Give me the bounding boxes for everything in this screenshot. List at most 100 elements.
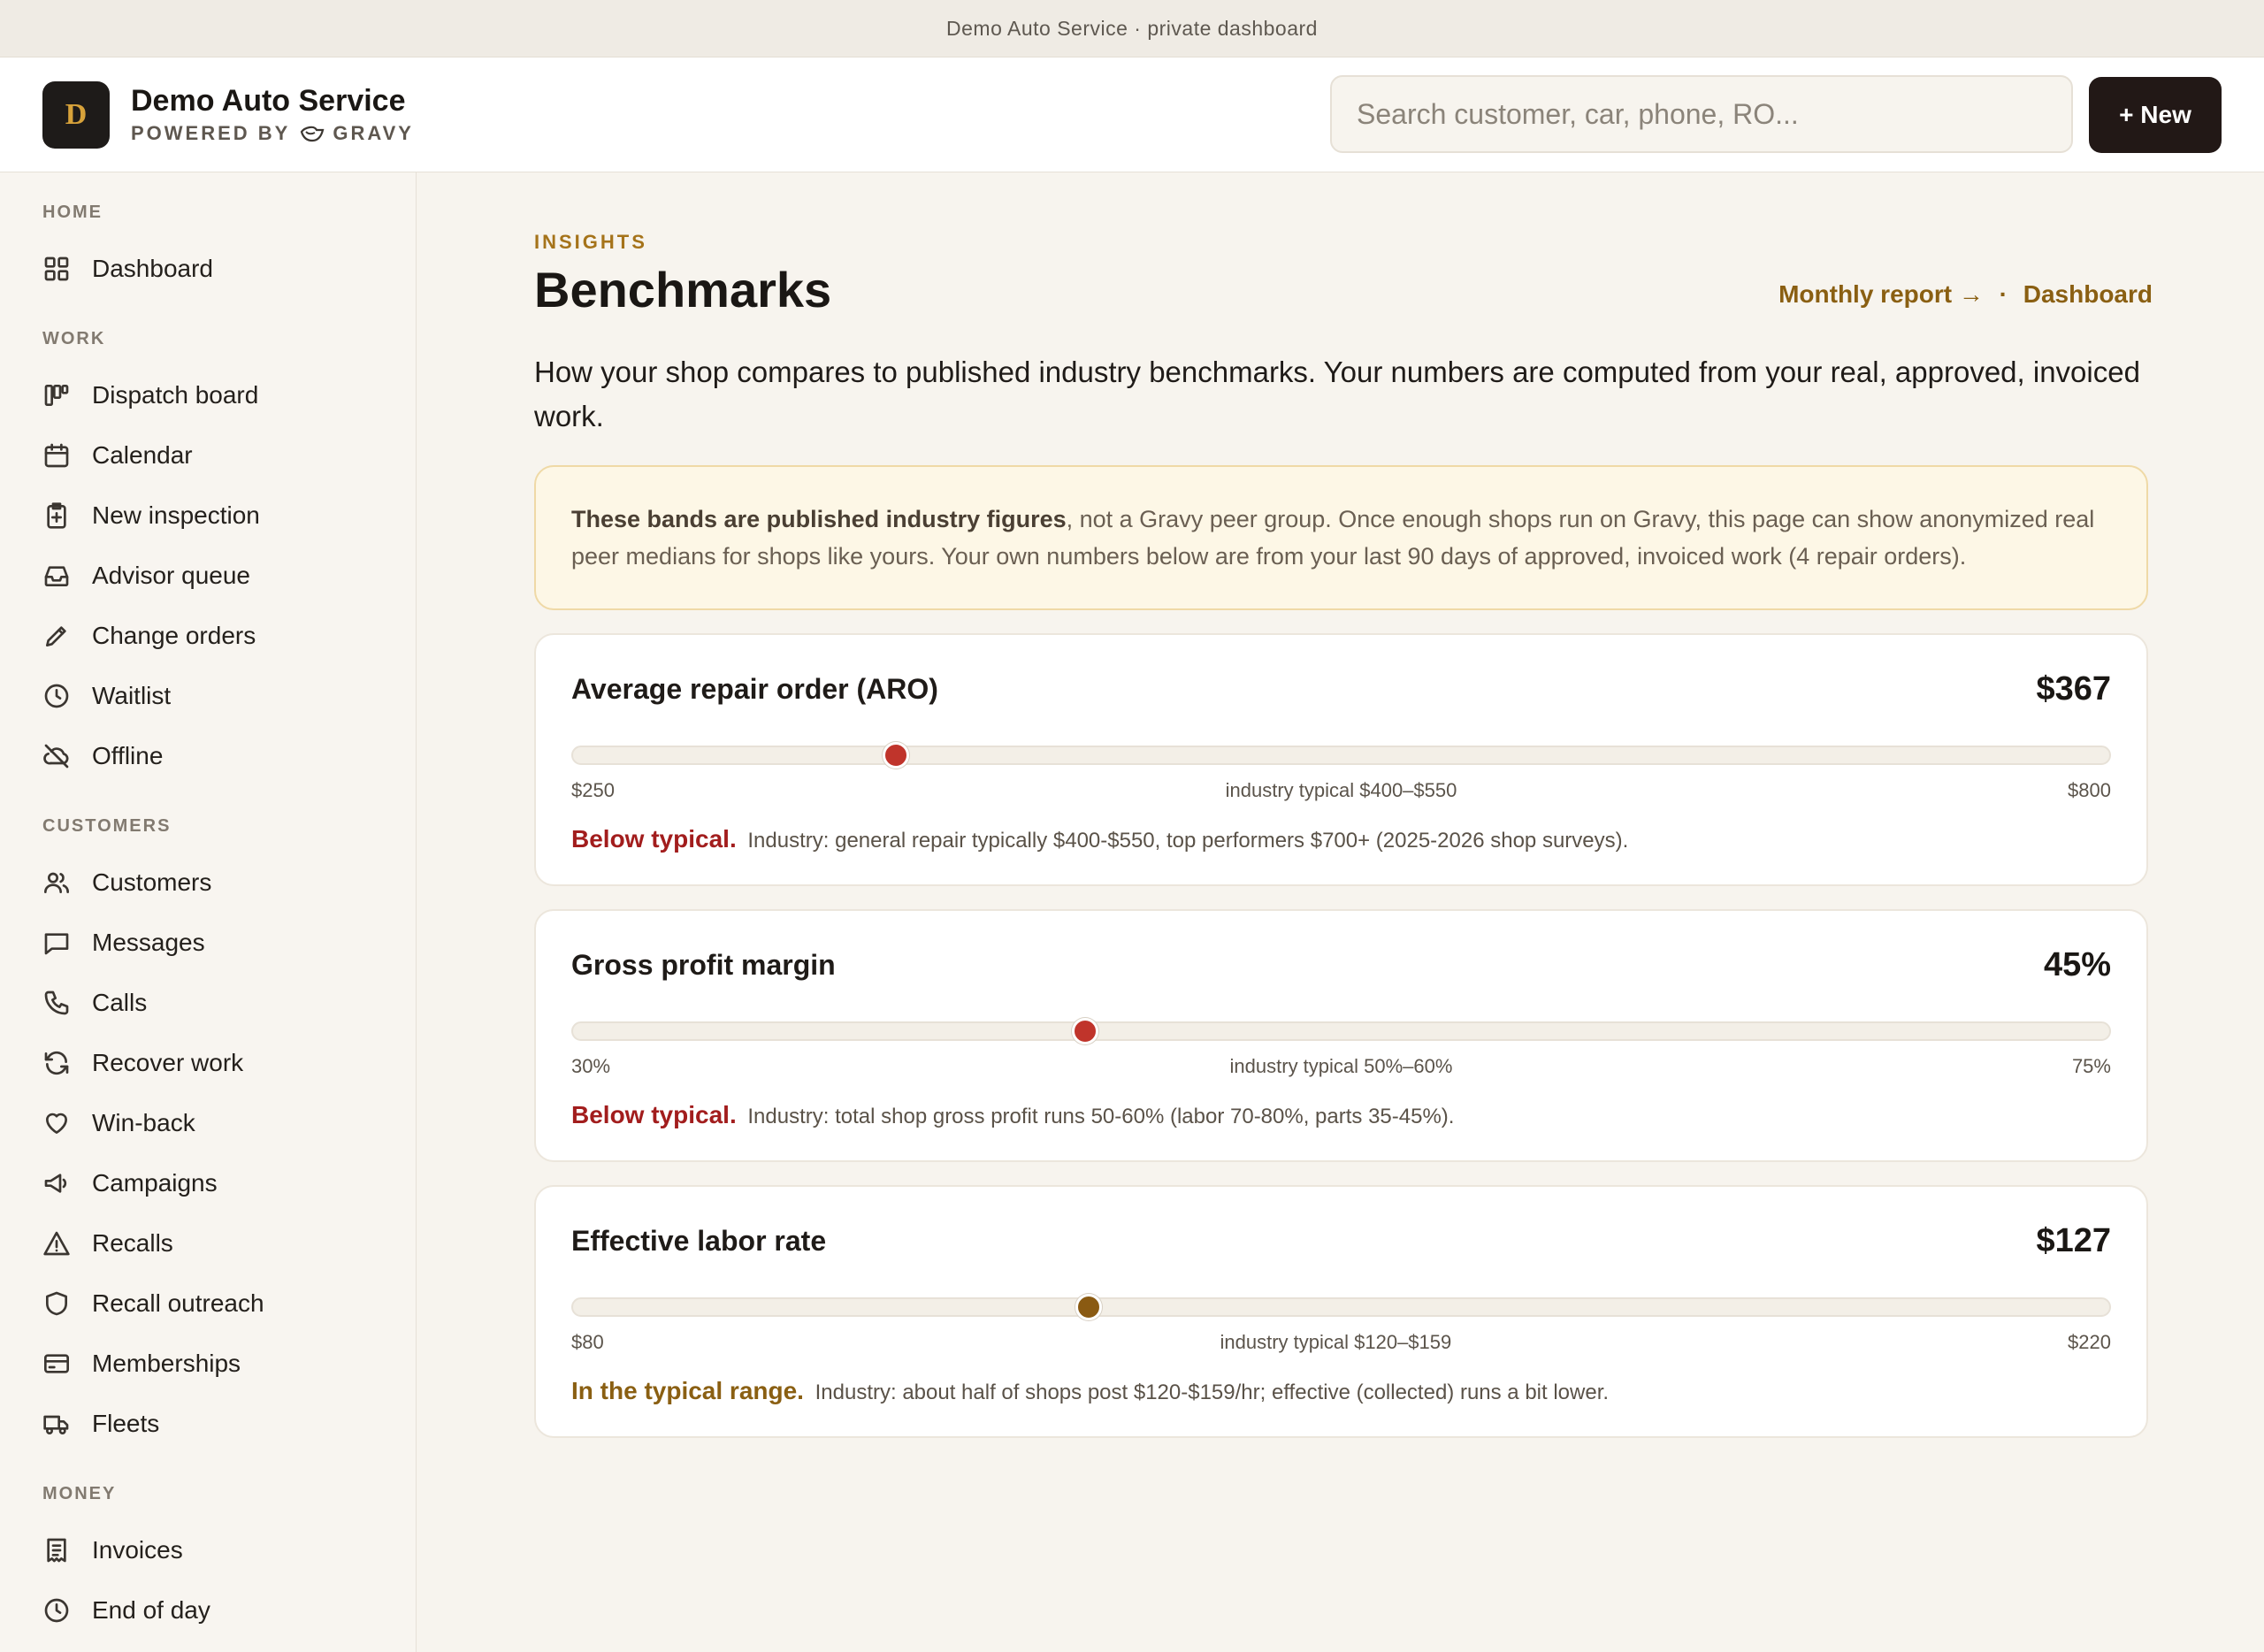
verdict-detail: Industry: general repair typically $400-… — [747, 829, 1629, 853]
warning-icon — [42, 1229, 71, 1258]
scale-max: $800 — [2068, 779, 2111, 801]
top-banner-text: Demo Auto Service · private dashboard — [946, 16, 1318, 40]
powered-by: POWERED BY GRAVY — [131, 122, 414, 145]
message-icon — [42, 929, 71, 957]
sidebar-item-label: Campaigns — [92, 1169, 218, 1197]
sidebar-item-label: Memberships — [92, 1350, 241, 1377]
benchmark-verdict: Below typical. Industry: general repair … — [571, 825, 2111, 853]
monthly-report-link[interactable]: Monthly report → — [1778, 280, 1984, 308]
benchmark-scale: 30% industry typical 50%–60% 75% — [571, 1055, 2111, 1078]
heart-icon — [42, 1109, 71, 1137]
card-value: 45% — [2043, 946, 2111, 983]
benchmark-marker — [1075, 1294, 1103, 1320]
card-title: Effective labor rate — [571, 1225, 827, 1257]
refresh-icon — [42, 1049, 71, 1077]
section-title-money: MONEY — [42, 1484, 117, 1503]
sidebar-item-offline[interactable]: Offline — [0, 726, 416, 786]
sidebar-item-fleets[interactable]: Fleets — [0, 1394, 416, 1454]
notice-box: These bands are published industry figur… — [534, 465, 2148, 610]
grid-icon — [42, 255, 71, 283]
sidebar-item-label: Messages — [92, 929, 205, 956]
sidebar-item-label: Win-back — [92, 1109, 195, 1136]
link-separator: · — [1999, 280, 2008, 308]
phone-icon — [42, 989, 71, 1017]
powered-by-brand: GRAVY — [333, 122, 414, 144]
sidebar-item-messages[interactable]: Messages — [0, 913, 416, 973]
benchmark-marker — [882, 742, 909, 769]
verdict-status: Below typical. — [571, 825, 737, 853]
clock-icon — [42, 1596, 71, 1625]
notice-bold: These bands are published industry figur… — [571, 506, 1067, 532]
logo[interactable]: D — [42, 80, 110, 149]
scale-max: $220 — [2068, 1331, 2111, 1353]
receipt-icon — [42, 1536, 71, 1564]
sidebar-item-label: Recall outreach — [92, 1289, 264, 1317]
benchmark-verdict: Below typical. Industry: total shop gros… — [571, 1101, 2111, 1129]
truck-icon — [42, 1410, 71, 1438]
sidebar-item-label: Change orders — [92, 622, 256, 649]
sidebar-item-customers[interactable]: Customers — [0, 853, 416, 913]
section-title-customers: CUSTOMERS — [42, 816, 172, 836]
search-input[interactable] — [1330, 75, 2073, 153]
sidebar-item-new-inspection[interactable]: New inspection — [0, 486, 416, 546]
sidebar-item-waitlist[interactable]: Waitlist — [0, 666, 416, 726]
verdict-detail: Industry: total shop gross profit runs 5… — [747, 1105, 1455, 1128]
sidebar-item-recall-outreach[interactable]: Recall outreach — [0, 1273, 416, 1334]
users-icon — [42, 868, 71, 897]
benchmark-scale: $80 industry typical $120–$159 $220 — [571, 1331, 2111, 1354]
card-value: $127 — [2036, 1222, 2111, 1259]
sidebar-item-win-back[interactable]: Win-back — [0, 1093, 416, 1153]
pencil-icon — [42, 622, 71, 650]
sidebar-item-label: Waitlist — [92, 682, 172, 709]
cloud-off-icon — [42, 742, 71, 770]
sidebar-item-label: Calls — [92, 989, 148, 1016]
inbox-icon — [42, 562, 71, 590]
scale-min: 30% — [571, 1055, 611, 1077]
benchmark-card-labor-rate: Effective labor rate $127 $80 industry t… — [534, 1185, 2148, 1438]
sidebar-item-campaigns[interactable]: Campaigns — [0, 1153, 416, 1213]
verdict-status: Below typical. — [571, 1101, 737, 1128]
sidebar-item-dashboard[interactable]: Dashboard — [0, 239, 416, 299]
gravy-boat-icon — [301, 126, 325, 142]
sidebar-item-memberships[interactable]: Memberships — [0, 1334, 416, 1394]
top-banner: Demo Auto Service · private dashboard — [0, 0, 2264, 57]
sidebar-item-dispatch-board[interactable]: Dispatch board — [0, 365, 416, 425]
powered-by-label: POWERED BY — [131, 122, 291, 144]
sidebar-item-label: Dispatch board — [92, 381, 259, 409]
scale-min: $80 — [571, 1331, 604, 1353]
calendar-icon — [42, 441, 71, 470]
sidebar-item-recover-work[interactable]: Recover work — [0, 1033, 416, 1093]
top-links: Monthly report → · Dashboard — [1778, 280, 2153, 309]
dashboard-link[interactable]: Dashboard — [2023, 280, 2153, 308]
sidebar-item-change-orders[interactable]: Change orders — [0, 606, 416, 666]
clipboard-plus-icon — [42, 501, 71, 530]
sidebar-item-recalls[interactable]: Recalls — [0, 1213, 416, 1273]
card-title: Gross profit margin — [571, 949, 836, 981]
sidebar-item-calendar[interactable]: Calendar — [0, 425, 416, 486]
benchmark-verdict: In the typical range. Industry: about ha… — [571, 1377, 2111, 1405]
sidebar-item-advisor-queue[interactable]: Advisor queue — [0, 546, 416, 606]
section-title-home: HOME — [42, 203, 103, 222]
verdict-detail: Industry: about half of shops post $120-… — [815, 1380, 1610, 1404]
card-icon — [42, 1350, 71, 1378]
scale-band: industry typical $120–$159 — [1220, 1331, 1452, 1353]
intro-text: How your shop compares to published indu… — [534, 356, 2140, 432]
sidebar-item-label: Recalls — [92, 1229, 173, 1257]
verdict-status: In the typical range. — [571, 1377, 804, 1404]
sidebar-item-label: Dashboard — [92, 255, 213, 282]
scale-band: industry typical 50%–60% — [1229, 1055, 1453, 1077]
app-header: D Demo Auto Service POWERED BY GRAVY + N… — [0, 57, 2264, 172]
sidebar-item-label: Recover work — [92, 1049, 244, 1076]
megaphone-icon — [42, 1169, 71, 1197]
sidebar-item-end-of-day[interactable]: End of day — [0, 1580, 416, 1641]
benchmark-marker — [1071, 1018, 1098, 1044]
shield-icon — [42, 1289, 71, 1318]
sidebar-item-invoices[interactable]: Invoices — [0, 1520, 416, 1580]
benchmark-scale: $250 industry typical $400–$550 $800 — [571, 779, 2111, 802]
sidebar: HOME Dashboard WORK Dispatch board Calen… — [0, 172, 417, 1652]
sidebar-item-calls[interactable]: Calls — [0, 973, 416, 1033]
sidebar-item-label: Advisor queue — [92, 562, 251, 589]
sidebar-item-label: Fleets — [92, 1410, 160, 1437]
brand: Demo Auto Service POWERED BY GRAVY — [131, 84, 414, 145]
new-button[interactable]: + New — [2089, 77, 2222, 153]
